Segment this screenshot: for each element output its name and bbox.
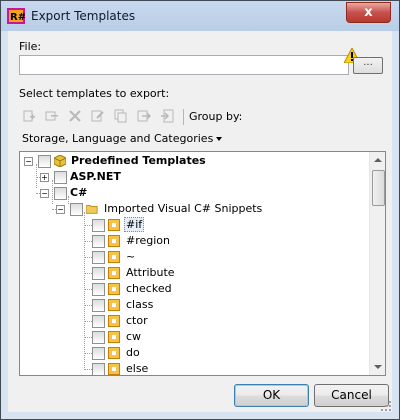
tree-item-checked[interactable]: checked — [20, 281, 370, 297]
template-icon — [108, 235, 120, 247]
tree-node-label: Predefined Templates — [71, 154, 206, 167]
checkbox[interactable] — [92, 363, 105, 375]
tree-item-do[interactable]: do — [20, 345, 370, 361]
template-icon — [108, 347, 120, 359]
tree-item-ctor[interactable]: ctor — [20, 313, 370, 329]
checkbox[interactable] — [92, 219, 105, 232]
tree-item-region[interactable]: #region — [20, 233, 370, 249]
tree-item-else[interactable]: else — [20, 361, 370, 375]
folder-icon — [86, 205, 98, 214]
tree-item-label: #if — [124, 217, 145, 232]
checkbox[interactable] — [92, 347, 105, 360]
add-icon[interactable] — [22, 109, 36, 123]
tree-item-class[interactable]: class — [20, 297, 370, 313]
resharper-app-icon: R# — [7, 8, 25, 24]
ok-button[interactable]: OK — [234, 384, 309, 407]
tree-node-aspnet[interactable]: + ASP.NET — [20, 169, 370, 185]
tree-item-label: ctor — [126, 314, 148, 327]
close-icon: x — [364, 5, 373, 20]
tree-item-label: #region — [126, 234, 171, 247]
tree-item-label: ~ — [126, 250, 136, 263]
add-child-icon[interactable] — [45, 109, 59, 123]
svg-text:R#: R# — [10, 12, 25, 23]
close-button[interactable]: x — [346, 2, 391, 23]
group-by-label: Group by: — [189, 110, 243, 123]
checkbox[interactable] — [92, 299, 105, 312]
tree-item-label: checked — [126, 282, 172, 295]
tree-item-label: class — [126, 298, 154, 311]
export-templates-dialog: R# Export Templates x File: ... Select t… — [0, 0, 400, 420]
expand-icon[interactable]: + — [40, 173, 49, 182]
template-icon — [108, 299, 120, 311]
toolbar-separator — [183, 109, 184, 125]
checkbox[interactable] — [38, 155, 51, 168]
tree-item-label: else — [126, 362, 149, 375]
template-icon — [108, 315, 120, 327]
tree-node-label: C# — [70, 186, 88, 199]
checkbox[interactable] — [54, 187, 67, 200]
template-icon — [108, 363, 120, 375]
checkbox[interactable] — [92, 251, 105, 264]
template-icon — [108, 267, 120, 279]
delete-icon[interactable] — [68, 109, 82, 123]
checkbox[interactable] — [92, 331, 105, 344]
collapse-icon[interactable]: − — [56, 205, 65, 214]
tree-item-attribute[interactable]: Attribute — [20, 265, 370, 281]
file-label: File: — [19, 40, 42, 53]
checkbox[interactable] — [92, 267, 105, 280]
window-title: Export Templates — [31, 9, 136, 23]
chevron-down-icon — [216, 137, 222, 141]
scroll-up-icon[interactable] — [374, 158, 382, 162]
group-by-value: Storage, Language and Categories — [22, 132, 214, 145]
scrollbar-thumb[interactable] — [372, 170, 385, 206]
tree-item-label: Attribute — [126, 266, 175, 279]
tree-item-label: cw — [126, 330, 142, 343]
file-path-input[interactable] — [19, 55, 349, 75]
tree-item-cw[interactable]: cw — [20, 329, 370, 345]
select-templates-label: Select templates to export: — [19, 87, 170, 100]
tree-node-label: Imported Visual C# Snippets — [104, 202, 263, 215]
template-icon — [108, 331, 120, 343]
resize-grip-icon[interactable] — [381, 401, 391, 411]
checkbox[interactable] — [54, 171, 67, 184]
tree-scrollbar[interactable] — [369, 152, 385, 375]
tree-node-predefined-templates[interactable]: − Predefined Templates — [20, 153, 370, 169]
dialog-body: File: ... Select templates to export: Gr… — [8, 31, 392, 412]
tree-item-label: do — [126, 346, 140, 359]
duplicate-icon[interactable] — [114, 109, 128, 123]
export-icon[interactable] — [160, 109, 174, 123]
move-icon[interactable] — [137, 109, 151, 123]
cancel-button[interactable]: Cancel — [314, 384, 389, 407]
tree-item-tilde[interactable]: ~ — [20, 249, 370, 265]
tree-item-if[interactable]: #if — [20, 217, 370, 233]
template-icon — [108, 251, 120, 263]
title-bar[interactable]: R# Export Templates x — [1, 1, 399, 31]
package-icon — [54, 155, 66, 167]
tree-node-label: ASP.NET — [70, 170, 121, 183]
group-by-dropdown[interactable]: Storage, Language and Categories — [19, 129, 225, 149]
collapse-icon[interactable]: − — [24, 157, 33, 166]
template-icon — [108, 219, 120, 231]
checkbox[interactable] — [92, 315, 105, 328]
templates-tree[interactable]: − Predefined Templates + ASP.NET − C# − — [19, 151, 386, 376]
collapse-icon[interactable]: − — [40, 189, 49, 198]
tree-node-csharp[interactable]: − C# — [20, 185, 370, 201]
checkbox[interactable] — [92, 283, 105, 296]
checkbox[interactable] — [92, 235, 105, 248]
tree-node-imported-snippets[interactable]: − Imported Visual C# Snippets — [20, 201, 370, 217]
template-icon — [108, 283, 120, 295]
browse-button[interactable]: ... — [353, 57, 383, 74]
checkbox[interactable] — [70, 203, 83, 216]
edit-icon[interactable] — [91, 109, 105, 123]
scroll-down-icon[interactable] — [374, 365, 382, 369]
